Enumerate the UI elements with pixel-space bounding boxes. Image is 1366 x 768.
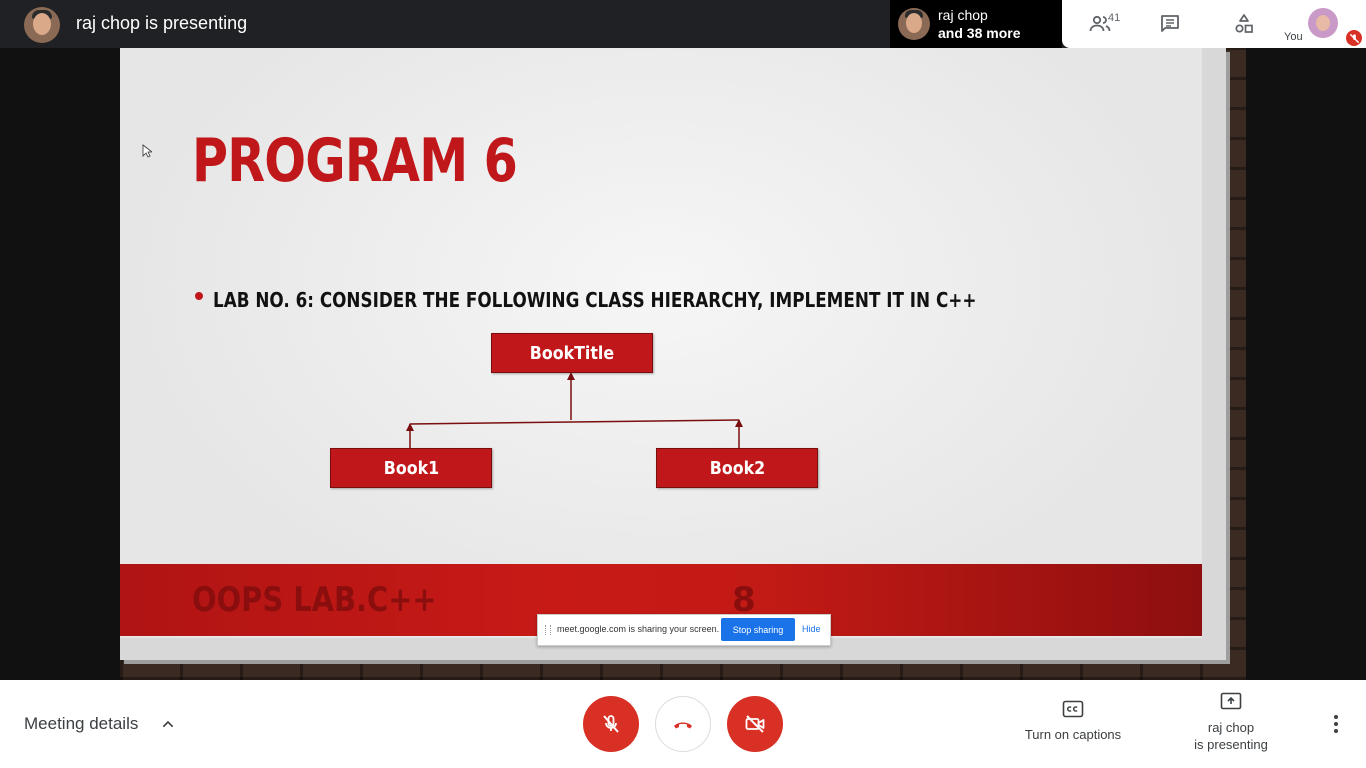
share-message: meet.google.com is sharing your screen.	[557, 624, 720, 634]
captions-label: Turn on captions	[1024, 727, 1122, 742]
videocam-off-icon	[745, 715, 765, 733]
drag-handle-icon[interactable]	[545, 625, 551, 635]
people-count: 41	[1108, 12, 1121, 24]
captions-button[interactable]: Turn on captions	[1013, 700, 1133, 742]
presentation-stage: PROGRAM 6 LAB NO. 6: CONSIDER THE FOLLOW…	[0, 48, 1366, 680]
more-options-button[interactable]	[1326, 712, 1346, 736]
participant-avatar	[898, 8, 930, 40]
camera-toggle-button[interactable]	[727, 696, 783, 752]
top-actions: 41 You	[1062, 0, 1366, 48]
participant-tile[interactable]: raj chop and 38 more	[890, 0, 1062, 48]
activities-button[interactable]	[1230, 10, 1258, 38]
screen-share-notification: meet.google.com is sharing your screen. …	[537, 614, 831, 646]
mic-toggle-button[interactable]	[583, 696, 639, 752]
node-booktitle: BookTitle	[491, 333, 653, 373]
participant-more: and 38 more	[938, 25, 1021, 41]
stop-sharing-button[interactable]: Stop sharing	[721, 618, 795, 641]
more-vert-icon	[1334, 715, 1338, 733]
hide-button[interactable]: Hide	[802, 624, 821, 634]
leave-call-button[interactable]	[655, 696, 711, 752]
chat-icon	[1161, 15, 1179, 32]
presenting-title: raj chop is presenting	[76, 13, 248, 33]
presenting-label-line2: is presenting	[1194, 737, 1268, 752]
closed-caption-icon	[1062, 700, 1084, 718]
present-now-button[interactable]: raj chop is presenting	[1176, 692, 1286, 753]
mic-off-icon	[1349, 33, 1359, 43]
activities-icon	[1235, 14, 1253, 33]
hierarchy-connectors	[406, 372, 743, 448]
slide-footer-text: OOPS LAB.C++	[192, 580, 437, 620]
node-book2: Book2	[656, 448, 818, 488]
bottom-bar: Meeting details Turn on captions raj cho…	[0, 680, 1366, 768]
presenter-avatar	[24, 7, 60, 43]
participant-name: raj chop	[938, 7, 988, 23]
present-screen-icon	[1220, 692, 1242, 710]
meeting-details-button[interactable]: Meeting details	[24, 714, 138, 734]
slide: PROGRAM 6 LAB NO. 6: CONSIDER THE FOLLOW…	[120, 48, 1202, 638]
presenting-label-line1: raj chop	[1207, 720, 1255, 735]
self-mic-off-badge	[1346, 30, 1362, 46]
call-end-icon	[674, 722, 692, 729]
top-bar: raj chop is presenting raj chop and 38 m…	[0, 0, 1366, 48]
mic-off-icon	[603, 715, 619, 733]
self-avatar[interactable]	[1308, 8, 1338, 38]
mouse-cursor-icon	[142, 144, 152, 158]
node-book1: Book1	[330, 448, 492, 488]
you-label: You	[1284, 31, 1303, 43]
chevron-up-icon[interactable]	[160, 716, 176, 732]
chat-button[interactable]	[1156, 10, 1184, 38]
